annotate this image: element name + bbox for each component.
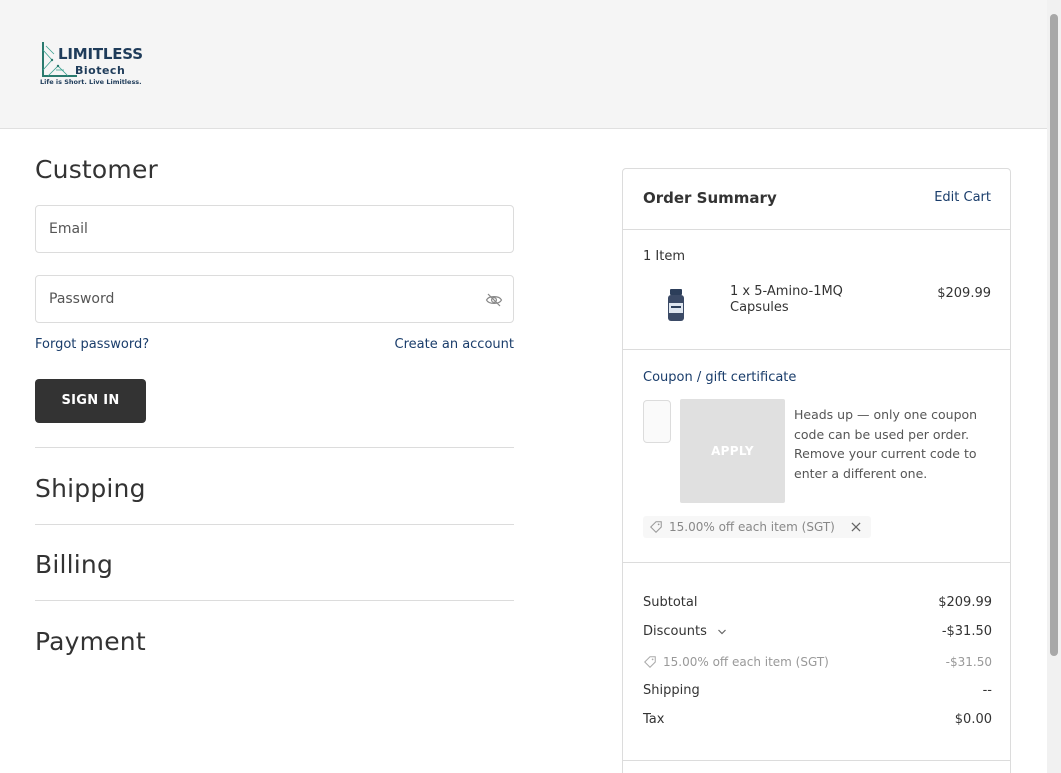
password-placeholder: Password	[49, 291, 115, 307]
create-account-link[interactable]: Create an account	[395, 337, 514, 352]
header: LIMITLESS Biotech Life is Short. Live Li…	[0, 0, 1047, 129]
brand-tagline: Life is Short. Live Limitless.	[40, 78, 142, 86]
discount-detail-value: -$31.50	[945, 655, 992, 669]
payment-heading: Payment	[35, 627, 146, 656]
item-count: 1 Item	[643, 249, 685, 264]
tax-row: Tax $0.00	[643, 712, 992, 727]
divider	[623, 562, 1010, 563]
tag-icon	[644, 656, 656, 668]
divider	[35, 447, 514, 448]
subtotal-label: Subtotal	[643, 595, 698, 610]
edit-cart-link[interactable]: Edit Cart	[934, 190, 991, 205]
shipping-row: Shipping --	[643, 683, 992, 698]
scrollbar-thumb[interactable]	[1050, 14, 1058, 656]
checkout-page: LIMITLESS Biotech Life is Short. Live Li…	[0, 0, 1061, 773]
tax-value: $0.00	[954, 712, 992, 727]
shipping-heading: Shipping	[35, 474, 146, 503]
password-field[interactable]: Password	[35, 275, 514, 323]
subtotal-value: $209.99	[938, 595, 992, 610]
product-thumbnail	[668, 289, 684, 321]
billing-heading: Billing	[35, 550, 114, 579]
forgot-password-link[interactable]: Forgot password?	[35, 337, 149, 352]
discount-detail-row: 15.00% off each item (SGT) -$31.50	[643, 655, 992, 672]
sign-in-button[interactable]: SIGN IN	[35, 379, 146, 423]
discounts-row[interactable]: Discounts -$31.50	[643, 624, 992, 639]
divider	[623, 760, 1010, 761]
brand-subname: Biotech	[75, 64, 126, 77]
tag-icon	[650, 521, 662, 533]
brand-logo[interactable]: LIMITLESS Biotech Life is Short. Live Li…	[40, 40, 150, 90]
discounts-value: -$31.50	[941, 624, 992, 639]
order-summary: Order Summary Edit Cart 1 Item 1 x 5-Ami…	[622, 168, 1011, 773]
applied-coupon: 15.00% off each item (SGT)	[643, 516, 871, 538]
tax-label: Tax	[643, 712, 665, 727]
coupon-input[interactable]	[643, 400, 671, 443]
coupon-toggle[interactable]: Coupon / gift certificate	[643, 370, 796, 385]
applied-coupon-label: 15.00% off each item (SGT)	[669, 520, 835, 534]
discount-detail-label: 15.00% off each item (SGT)	[663, 655, 829, 669]
divider	[623, 229, 1010, 230]
divider	[35, 600, 514, 601]
product-price: $209.99	[937, 286, 991, 301]
email-field[interactable]: Email	[35, 205, 514, 253]
subtotal-row: Subtotal $209.99	[643, 595, 992, 610]
divider	[35, 524, 514, 525]
customer-heading: Customer	[35, 155, 159, 184]
chevron-down-icon[interactable]	[716, 626, 728, 638]
order-summary-title: Order Summary	[643, 189, 777, 207]
shipping-label: Shipping	[643, 683, 700, 698]
apply-button[interactable]: APPLY	[680, 399, 785, 503]
scrollbar[interactable]	[1047, 0, 1061, 773]
product-name: 1 x 5-Amino-1MQ Capsules	[730, 284, 843, 315]
discounts-label: Discounts	[643, 624, 707, 639]
eye-off-icon[interactable]	[485, 291, 503, 309]
divider	[623, 349, 1010, 350]
brand-name: LIMITLESS	[58, 45, 143, 63]
coupon-note: Heads up — only one coupon code can be u…	[794, 407, 978, 481]
shipping-value: --	[982, 683, 992, 698]
close-icon[interactable]	[849, 520, 863, 534]
email-placeholder: Email	[49, 221, 88, 237]
